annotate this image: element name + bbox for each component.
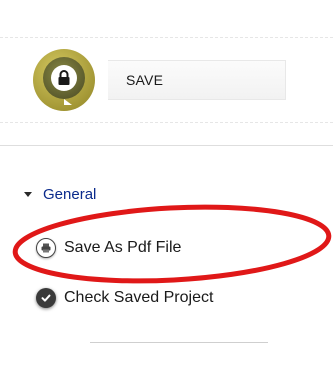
check-circle-icon [36,288,56,308]
menu-item-save-as-pdf[interactable]: Save As Pdf File [36,238,181,258]
section-general[interactable]: General [24,186,96,203]
caret-down-icon [24,192,32,197]
page-title: SAVE [126,72,164,88]
menu-item-label: Save As Pdf File [64,239,182,256]
save-badge-icon [33,49,95,111]
printer-icon [36,238,56,258]
menu-item-label: Check Saved Project [64,289,214,306]
menu-divider [90,342,268,343]
menu-item-check-saved-project[interactable]: Check Saved Project [36,288,213,308]
section-general-label: General [43,186,97,203]
header-bottom-divider [0,122,333,123]
header-top-divider [0,37,333,38]
